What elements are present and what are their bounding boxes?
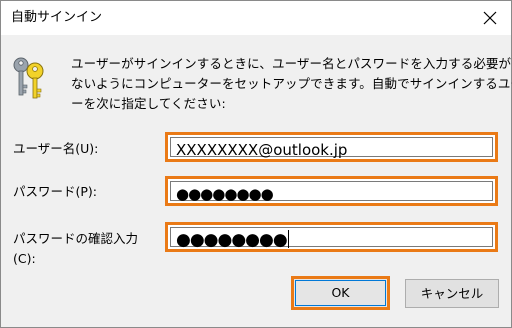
description-line: ないようにコンピューターをセットアップできます。自動でサインインするユーザ — [71, 76, 512, 91]
confirm-password-value-wrap: ●●●●●●●● — [176, 229, 289, 251]
title-bar: 自動サインイン — [1, 1, 511, 35]
password-value: ●●●●●●●● — [176, 185, 274, 203]
auto-signin-dialog: 自動サインイン ユーザーがサインインするときに、ユーザー名とパスワードを入力する… — [0, 0, 512, 328]
ok-button[interactable]: OK — [291, 276, 390, 310]
description-line: ユーザーがサインインするときに、ユーザー名とパスワードを入力する必要が — [71, 56, 512, 71]
confirm-password-label: パスワードの確認入力 (C): — [13, 229, 138, 269]
window-title: 自動サインイン — [11, 10, 103, 25]
close-icon — [483, 11, 497, 25]
password-input-box[interactable]: ●●●●●●●● — [170, 181, 493, 203]
username-label: ユーザー名(U): — [13, 141, 99, 156]
close-button[interactable] — [469, 1, 511, 35]
username-field[interactable]: XXXXXXXX@outlook.jp — [165, 132, 498, 162]
description-line: ーを次に指定してください: — [71, 96, 226, 111]
confirm-label-line1: パスワードの確認入力 — [13, 231, 139, 246]
username-input-box[interactable]: XXXXXXXX@outlook.jp — [170, 137, 493, 159]
keys-icon — [13, 57, 44, 99]
description-text: ユーザーがサインインするときに、ユーザー名とパスワードを入力する必要が ないよう… — [71, 54, 512, 114]
username-value: XXXXXXXX@outlook.jp — [176, 141, 348, 159]
password-label: パスワード(P): — [13, 184, 98, 199]
text-caret — [287, 230, 289, 248]
focus-ring — [295, 280, 386, 306]
confirm-label-line2: (C): — [13, 251, 36, 266]
cancel-button-label: キャンセル — [420, 286, 484, 301]
confirm-password-field[interactable]: ●●●●●●●● — [165, 222, 498, 252]
confirm-password-input-box[interactable]: ●●●●●●●● — [170, 227, 493, 250]
password-field[interactable]: ●●●●●●●● — [165, 176, 498, 206]
cancel-button[interactable]: キャンセル — [405, 279, 499, 308]
confirm-password-value: ●●●●●●●● — [176, 230, 288, 250]
